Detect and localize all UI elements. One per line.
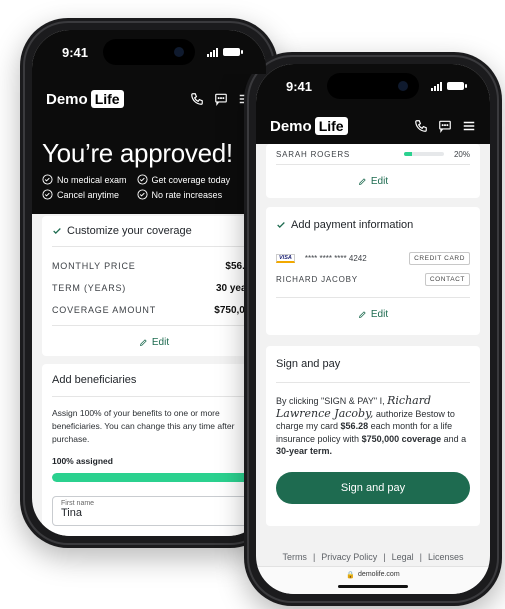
beneficiary-edit-button[interactable]: Edit [276,164,470,197]
back-screen: 9:41 Demo Life You’re approved! No medica… [32,30,266,536]
front-phone: 9:41 Demo Life SARAH ROGERS 20% Edit Add… [244,52,502,606]
monthly-price-row: MONTHLY PRICE $56.28 [52,260,256,272]
app-header: Demo Life [32,74,266,124]
check-icon [277,222,285,228]
benefit-item: No rate increases [136,189,231,200]
assigned-progress [52,473,256,482]
card-row: VISA **** **** **** 4242 CREDIT CARD [276,247,470,269]
coverage-row: COVERAGE AMOUNT $750,000 [52,304,256,316]
phone-icon[interactable] [414,119,428,133]
beneficiary-share-fill [403,152,412,156]
check-circle-icon [42,189,53,200]
brand-logo[interactable]: Demo Life [46,90,124,108]
contact-name: RICHARD JACOBY [276,274,358,284]
pencil-icon [358,177,366,185]
check-circle-icon [136,189,148,200]
footer-links: Terms | Privacy Policy | Legal | License… [282,552,464,562]
beneficiaries-description: Assign 100% of your benefits to one or m… [52,408,235,444]
beneficiary-summary-card: SARAH ROGERS 20% Edit [266,144,480,198]
menu-icon[interactable] [462,119,476,133]
visa-icon: VISA [276,253,295,263]
lock-icon: 🔒 [346,572,356,579]
footer-link-terms[interactable]: Terms [282,552,307,562]
benefit-item: Get coverage today [136,174,230,185]
payment-title: Add payment information [291,219,414,231]
beneficiaries-title: Add beneficiaries [52,364,256,397]
footer-link-legal[interactable]: Legal [392,552,414,562]
first-name-field[interactable]: First name Tina [52,496,256,526]
battery-icon [223,48,243,56]
sign-title: Sign and pay [276,346,470,383]
customize-card: Customize your coverage MONTHLY PRICE $56… [42,216,266,356]
pencil-icon [358,310,366,318]
credit-card-tag: CREDIT CARD [409,251,470,265]
authorization-text: By clicking "SIGN & PAY" I, Richard Lawr… [276,394,467,456]
signal-icon [431,81,442,91]
check-circle-icon [136,174,148,185]
approval-banner: You’re approved! No medical exam Get cov… [32,124,266,214]
contact-tag: CONTACT [424,272,470,286]
url-text[interactable]: demolife.com [358,571,400,578]
battery-icon [447,82,467,90]
beneficiary-percent: 20% [453,149,470,159]
phone-icon[interactable] [190,92,204,106]
beneficiary-name: SARAH ROGERS [276,149,351,159]
payment-card: Add payment information VISA **** **** *… [266,207,480,335]
payment-edit-button[interactable]: Edit [276,297,470,330]
first-name-value: Tina [61,507,82,519]
benefit-item: No medical exam [42,174,127,185]
check-icon [53,228,61,234]
benefit-item: Cancel anytime [42,189,127,200]
term-row: TERM (YEARS) 30 years [52,282,256,294]
contact-row: RICHARD JACOBY CONTACT [276,269,470,289]
back-phone: 9:41 Demo Life You’re approved! No medica… [20,18,278,548]
assigned-progress-fill [52,473,256,482]
sign-card: Sign and pay By clicking "SIGN & PAY" I,… [266,346,480,526]
dynamic-island [103,39,195,65]
signal-icon [207,47,218,57]
beneficiary-row: SARAH ROGERS 20% [276,144,470,164]
first-name-label: First name [61,500,95,507]
assigned-label: 100% assigned [52,456,113,466]
status-time: 9:41 [62,44,89,60]
customize-title: Customize your coverage [67,225,192,237]
beneficiary-share-bar [403,152,444,156]
check-circle-icon [42,174,53,185]
customize-edit-button[interactable]: Edit [52,325,256,358]
card-number: **** **** **** 4242 [304,253,367,263]
chat-icon[interactable] [214,92,228,106]
app-header: Demo Life [256,108,490,144]
approval-headline: You’re approved! [42,138,233,168]
footer-link-privacy[interactable]: Privacy Policy [321,552,377,562]
status-time: 9:41 [286,78,313,94]
sign-and-pay-button[interactable]: Sign and pay [276,471,470,504]
beneficiaries-card: Add beneficiaries Assign 100% of your be… [42,364,266,536]
brand-logo[interactable]: Demo Life [270,117,348,135]
dynamic-island [327,73,419,99]
home-indicator [338,585,408,588]
front-screen: 9:41 Demo Life SARAH ROGERS 20% Edit Add… [256,64,490,594]
pencil-icon [139,338,147,346]
browser-url-bar: 🔒 demolife.com [256,566,490,594]
chat-icon[interactable] [438,119,452,133]
footer-link-licenses[interactable]: Licenses [428,552,464,562]
